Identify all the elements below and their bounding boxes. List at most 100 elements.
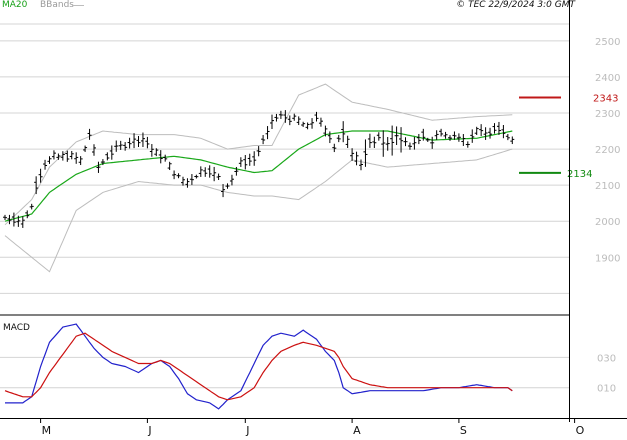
ohlc-bar xyxy=(501,124,506,139)
ohlc-bar xyxy=(376,132,381,141)
ohlc-bar xyxy=(189,174,194,185)
price-levels: 2343 2134 xyxy=(519,93,618,180)
bollinger-bands xyxy=(4,83,513,273)
price-grid xyxy=(0,23,569,294)
ohlc-bar xyxy=(265,126,270,140)
ohlc-bar xyxy=(194,174,199,179)
macd-series-signal xyxy=(4,332,513,401)
ohlc-bar xyxy=(158,150,163,164)
ohlc-bar xyxy=(203,167,208,177)
ohlc-bar xyxy=(47,156,52,164)
ohlc-bar xyxy=(65,150,70,162)
ohlc-bar xyxy=(3,214,7,220)
ohlc-bar xyxy=(270,114,274,129)
month-tick-label: M xyxy=(42,424,52,437)
month-tick-label: O xyxy=(576,424,585,437)
ohlc-bar xyxy=(287,115,292,126)
ohlc-bar xyxy=(354,151,359,166)
ohlc-bar xyxy=(336,134,341,143)
macd-series-macd xyxy=(5,323,513,410)
support-level-label: 2134 xyxy=(567,169,592,180)
ohlc-bar xyxy=(434,130,439,140)
ohlc-bar xyxy=(318,117,323,127)
price-tick-label: 2400 xyxy=(595,73,620,84)
ohlc-bar xyxy=(465,141,470,148)
resistance-level-label: 2343 xyxy=(593,93,618,104)
ohlc-bar xyxy=(367,133,372,148)
ohlc-bar xyxy=(403,137,408,147)
ohlc-bar xyxy=(43,159,48,170)
ohlc-bar xyxy=(69,150,74,160)
ohlc-bar xyxy=(181,176,185,186)
price-tick-label: 2300 xyxy=(595,109,620,120)
ohlc-bar xyxy=(96,161,101,173)
bb-lower-line xyxy=(4,148,513,273)
ohlc-bar xyxy=(474,126,479,136)
ohlc-bar xyxy=(416,133,421,145)
ohlc-bar xyxy=(390,125,395,156)
ohlc-bar xyxy=(439,128,444,137)
ohlc-bar xyxy=(305,122,310,130)
macd-tick-label: 010 xyxy=(597,384,616,395)
bbands-legend-label: BBands xyxy=(40,0,74,10)
ohlc-bar xyxy=(261,135,266,145)
ohlc-bar xyxy=(483,127,488,140)
month-tick-label: J xyxy=(245,424,249,437)
ohlc-bar xyxy=(229,174,234,186)
ohlc-bar xyxy=(274,113,279,122)
ohlc-bar xyxy=(492,123,497,134)
ohlc-bar xyxy=(216,173,221,180)
price-tick-label: 2500 xyxy=(595,37,620,48)
ohlc-bar xyxy=(456,133,461,142)
ohlc-bar xyxy=(176,173,181,179)
ohlc-bar xyxy=(92,144,96,156)
ohlc-bar xyxy=(238,157,243,167)
ohlc-bar xyxy=(296,116,301,126)
ohlc-bar xyxy=(430,136,435,149)
ohlc-bar xyxy=(310,118,315,129)
ohlc-bar xyxy=(185,178,190,188)
source-timestamp: © TEC 22/9/2024 3:0 GMT xyxy=(456,0,575,10)
ohlc-bar xyxy=(207,165,212,178)
macd-tick-label: 030 xyxy=(597,353,616,364)
ohlc-bar xyxy=(105,152,110,161)
macd-grid xyxy=(0,356,569,389)
ohlc-bar xyxy=(198,166,203,177)
bbands-legend-swatch xyxy=(72,5,84,6)
ohlc-bar xyxy=(510,136,515,145)
ohlc-bar xyxy=(51,150,56,160)
ohlc-bar xyxy=(256,146,261,157)
ohlc-bar xyxy=(448,135,452,141)
ohlc-bars xyxy=(3,110,515,228)
ohlc-bar xyxy=(247,153,252,166)
ohlc-bar xyxy=(225,183,230,189)
ohlc-bar xyxy=(29,203,34,210)
ohlc-bar xyxy=(488,127,493,139)
ohlc-bar xyxy=(172,170,177,180)
ohlc-bar xyxy=(145,136,150,149)
ohlc-bar xyxy=(20,216,25,228)
ohlc-bar xyxy=(136,136,141,147)
ohlc-bar xyxy=(394,126,399,145)
ohlc-bar xyxy=(149,144,154,157)
ohlc-bar xyxy=(505,133,510,141)
ohlc-bar xyxy=(252,151,257,166)
ohlc-bar xyxy=(292,113,297,121)
ohlc-bar xyxy=(167,161,172,171)
price-tick-label: 2100 xyxy=(595,181,620,192)
price-tick-label: 2200 xyxy=(595,145,620,156)
ohlc-bar xyxy=(278,110,283,119)
macd-lines xyxy=(4,323,513,410)
month-tick-label: A xyxy=(353,424,361,437)
ohlc-bar xyxy=(372,136,377,148)
price-tick-label: 1900 xyxy=(595,253,620,264)
ohlc-bar xyxy=(470,129,475,143)
ohlc-bar xyxy=(479,124,484,137)
ohlc-bar xyxy=(114,140,119,152)
ohlc-bar xyxy=(443,131,448,139)
ohlc-bar xyxy=(332,143,337,153)
ohlc-bar xyxy=(163,154,168,162)
stock-chart: 2343 2134 1900 2000 2100 2200 2300 2400 2500 010… xyxy=(0,0,627,437)
ohlc-bar xyxy=(327,131,332,144)
macd-title: MACD xyxy=(3,323,30,333)
